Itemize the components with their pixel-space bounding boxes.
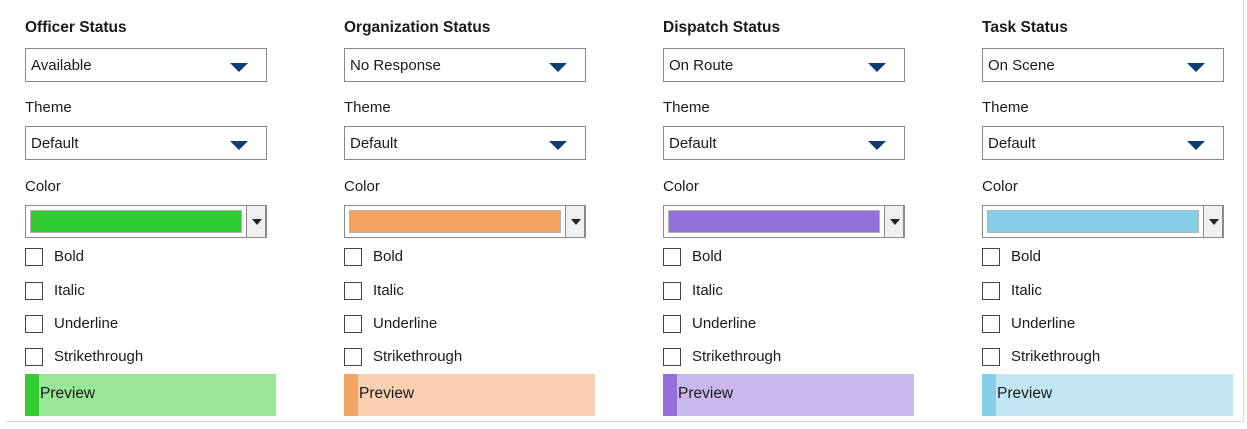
checkbox-box[interactable] — [25, 315, 43, 333]
checkbox-box[interactable] — [663, 248, 681, 266]
checkbox-box[interactable] — [982, 282, 1000, 300]
status-dropdown-value: On Scene — [988, 57, 1055, 74]
preview-color-bar — [663, 374, 677, 416]
theme-dropdown-value: Default — [988, 135, 1036, 152]
status-dropdown-value: On Route — [669, 57, 734, 74]
checkbox-box[interactable] — [25, 248, 43, 266]
chevron-down-icon — [868, 141, 886, 150]
checkbox-box[interactable] — [663, 282, 681, 300]
checkbox-box[interactable] — [25, 282, 43, 300]
theme-dropdown[interactable]: Default — [982, 126, 1224, 160]
preview-color-bar — [344, 374, 358, 416]
theme-dropdown-value: Default — [31, 135, 79, 152]
color-picker[interactable] — [663, 205, 905, 238]
preview-color-bar — [982, 374, 996, 416]
preview-box: Preview — [663, 374, 914, 416]
chevron-down-icon — [230, 141, 248, 150]
chevron-down-icon — [230, 63, 248, 72]
column-title: Task Status — [982, 19, 1068, 36]
preview-text: Preview — [997, 385, 1053, 402]
preview-box: Preview — [344, 374, 595, 416]
checkbox-label: Bold — [692, 248, 723, 265]
chevron-down-icon — [549, 63, 567, 72]
color-dropdown-button[interactable] — [1203, 205, 1223, 238]
checkbox-box[interactable] — [344, 315, 362, 333]
checkbox-box[interactable] — [982, 348, 1000, 366]
checkbox-label: Strikethrough — [54, 348, 144, 365]
checkbox-box[interactable] — [982, 248, 1000, 266]
theme-label: Theme — [25, 99, 72, 116]
preview-text: Preview — [359, 385, 415, 402]
checkbox-label: Strikethrough — [692, 348, 782, 365]
checkbox-label: Bold — [54, 248, 85, 265]
status-dropdown[interactable]: On Route — [663, 48, 905, 82]
preview-box: Preview — [982, 374, 1233, 416]
column-title: Organization Status — [344, 19, 491, 36]
checkbox-label: Bold — [1011, 248, 1042, 265]
theme-label: Theme — [982, 99, 1029, 116]
caret-down-icon — [571, 219, 581, 225]
theme-label: Theme — [344, 99, 391, 116]
chevron-down-icon — [1187, 63, 1205, 72]
checkbox-label: Strikethrough — [1011, 348, 1101, 365]
checkbox-label: Strikethrough — [373, 348, 463, 365]
caret-down-icon — [890, 219, 900, 225]
column-title: Officer Status — [25, 19, 127, 36]
theme-label: Theme — [663, 99, 710, 116]
preview-text: Preview — [678, 385, 734, 402]
status-dropdown[interactable]: No Response — [344, 48, 586, 82]
color-swatch — [668, 210, 880, 233]
checkbox-label: Underline — [373, 315, 438, 332]
preview-box: Preview — [25, 374, 276, 416]
color-dropdown-button[interactable] — [246, 205, 266, 238]
color-label: Color — [25, 178, 61, 195]
checkbox-label: Underline — [1011, 315, 1076, 332]
color-picker[interactable] — [982, 205, 1224, 238]
theme-dropdown-value: Default — [350, 135, 398, 152]
color-label: Color — [982, 178, 1018, 195]
checkbox-label: Italic — [373, 282, 404, 299]
caret-down-icon — [1209, 219, 1219, 225]
checkbox-label: Underline — [692, 315, 757, 332]
chevron-down-icon — [868, 63, 886, 72]
color-swatch — [987, 210, 1199, 233]
checkbox-label: Italic — [692, 282, 723, 299]
checkbox-label: Italic — [1011, 282, 1042, 299]
preview-color-bar — [25, 374, 39, 416]
checkbox-label: Bold — [373, 248, 404, 265]
preview-text: Preview — [40, 385, 96, 402]
caret-down-icon — [252, 219, 262, 225]
status-dropdown-value: No Response — [350, 57, 441, 74]
theme-dropdown[interactable]: Default — [344, 126, 586, 160]
status-dropdown-value: Available — [31, 57, 92, 74]
color-swatch — [349, 210, 561, 233]
color-label: Color — [344, 178, 380, 195]
color-dropdown-button[interactable] — [884, 205, 904, 238]
checkbox-label: Underline — [54, 315, 119, 332]
color-label: Color — [663, 178, 699, 195]
color-dropdown-button[interactable] — [565, 205, 585, 238]
theme-dropdown[interactable]: Default — [25, 126, 267, 160]
color-picker[interactable] — [25, 205, 267, 238]
color-picker[interactable] — [344, 205, 586, 238]
chevron-down-icon — [1187, 141, 1205, 150]
checkbox-box[interactable] — [344, 282, 362, 300]
status-dropdown[interactable]: Available — [25, 48, 267, 82]
color-swatch — [30, 210, 242, 233]
checkbox-box[interactable] — [663, 315, 681, 333]
theme-dropdown[interactable]: Default — [663, 126, 905, 160]
column-title: Dispatch Status — [663, 19, 781, 36]
status-dropdown[interactable]: On Scene — [982, 48, 1224, 82]
checkbox-box[interactable] — [25, 348, 43, 366]
chevron-down-icon — [549, 141, 567, 150]
checkbox-box[interactable] — [982, 315, 1000, 333]
checkbox-box[interactable] — [344, 348, 362, 366]
checkbox-label: Italic — [54, 282, 85, 299]
checkbox-box[interactable] — [344, 248, 362, 266]
checkbox-box[interactable] — [663, 348, 681, 366]
theme-dropdown-value: Default — [669, 135, 717, 152]
